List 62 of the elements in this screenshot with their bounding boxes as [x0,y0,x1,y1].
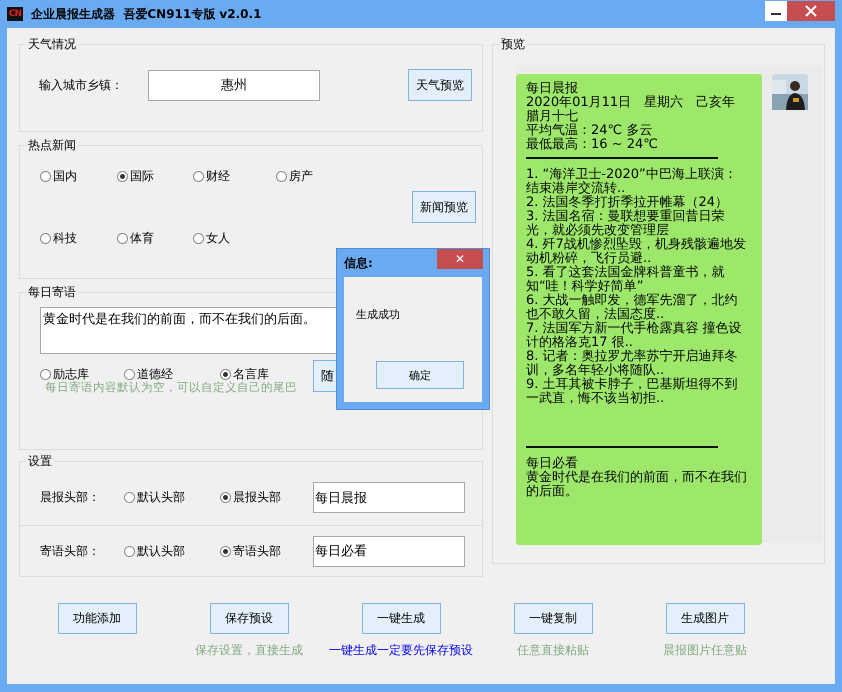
radio-button[interactable]: 房产 [276,167,356,185]
preview-text: 7. 法国军方新一代手枪露真容 撞色设计的格洛克17 很.. [526,322,743,350]
preview-text: 4. 歼7战机惨烈坠毁，机身残骸遍地发动机粉碎，飞行员避.. [526,238,747,266]
preview-text: 黄金时代是在我们的前面，而不在我们的后面。 [526,471,748,499]
preview-text: 2020年01月11日 星期六 己亥年腊月十七 [526,96,736,124]
close-icon [805,5,817,17]
radio-button[interactable]: 寄语头部 [220,542,313,560]
radio-button[interactable]: 女人 [193,229,276,247]
app-logo: CN [7,7,23,21]
action-caption: 晨报图片任意贴 [663,642,747,659]
radio-button[interactable]: 励志库 [40,365,124,383]
radio-button[interactable]: 名言库 [220,365,300,383]
radio-button[interactable]: 财经 [193,167,276,185]
minimize-button[interactable] [765,1,787,21]
ok-button[interactable]: 确定 [376,361,464,389]
radio-button[interactable]: 默认头部 [124,488,220,506]
action-button[interactable]: 一键生成 [362,603,440,634]
city-label: 输入城市乡镇： [39,76,124,94]
group-title: 设置 [27,453,53,470]
action-button[interactable]: 功能添加 [58,603,136,634]
preview-text: 5. 看了这套法国金牌科普童书，就知“哇！科学好简单” [526,266,725,294]
radio-button[interactable]: 晨报头部 [220,488,313,506]
radio-button[interactable]: 默认头部 [124,542,220,560]
window-title: 企业晨报生成器 吾爱CN911专版 v2.0.1 [31,6,262,22]
group-title: 天气情况 [27,36,77,53]
header-label: 晨报头部： [40,489,101,506]
radio-button[interactable]: 国内 [40,167,117,185]
news-preview-button[interactable]: 新闻预览 [412,191,476,223]
preview-text: 3. 法国名宿：曼联想要重回昔日荣光，就必须先改变管理层 [526,210,725,238]
preview-text: 每日晨报 [526,82,579,96]
action-caption: 任意直接粘贴 [517,642,589,659]
preview-text: 1. “海洋卫士-2020”中巴海上联演：结束港岸交流转.. [526,168,738,196]
preview-text: 8. 记者：奥拉罗尤率苏宁开启迪拜冬训，多名年轻小将随队.. [526,350,739,378]
preview-text: 平均气温：24℃ 多云 [526,124,654,138]
city-input[interactable]: 惠州 [148,70,320,100]
preview-text: 2. 法国冬季打折季拉开帷幕（24） [526,196,730,210]
radio-button[interactable]: 道德经 [124,365,220,383]
dialog-title: 信息: [344,255,374,272]
header-input[interactable]: 每日晨报 [313,482,465,513]
motto-hint: 每日寄语内容默认为空，可以自定义自己的尾巴 [45,380,298,395]
action-caption: 保存设置，直接生成 [195,642,303,659]
radio-button[interactable]: 体育 [117,229,193,247]
weather-preview-button[interactable]: 天气预览 [408,69,472,101]
group-title: 热点新闻 [27,137,77,154]
header-label: 寄语头部： [40,542,101,560]
action-caption: 一键生成一定要先保存预设 [329,642,473,659]
preview-text: 每日必看 [526,457,578,471]
close-button[interactable] [787,1,835,21]
action-button[interactable]: 一键复制 [514,603,592,634]
dialog-message: 生成成功 [356,307,400,322]
radio-button[interactable]: 国际 [117,167,193,185]
header-input[interactable]: 每日必看 [313,536,465,566]
radio-button[interactable]: 科技 [40,229,117,247]
group-title: 预览 [500,36,526,53]
group-title: 每日寄语 [27,284,77,301]
preview-text: 6. 大战一触即发，德军先溜了，北约也不敢久留，法国态度.. [526,294,738,322]
action-button[interactable]: 生成图片 [666,603,744,634]
close-button[interactable]: ✕ [437,249,483,269]
action-button[interactable]: 保存预设 [210,603,288,634]
preview-text: 最低最高：16 ~ 24℃ [526,138,659,152]
minimize-icon [771,13,781,15]
preview-text: 9. 土耳其被卡脖子，巴基斯坦得不到一武直，悔不该当初拒.. [526,378,739,406]
